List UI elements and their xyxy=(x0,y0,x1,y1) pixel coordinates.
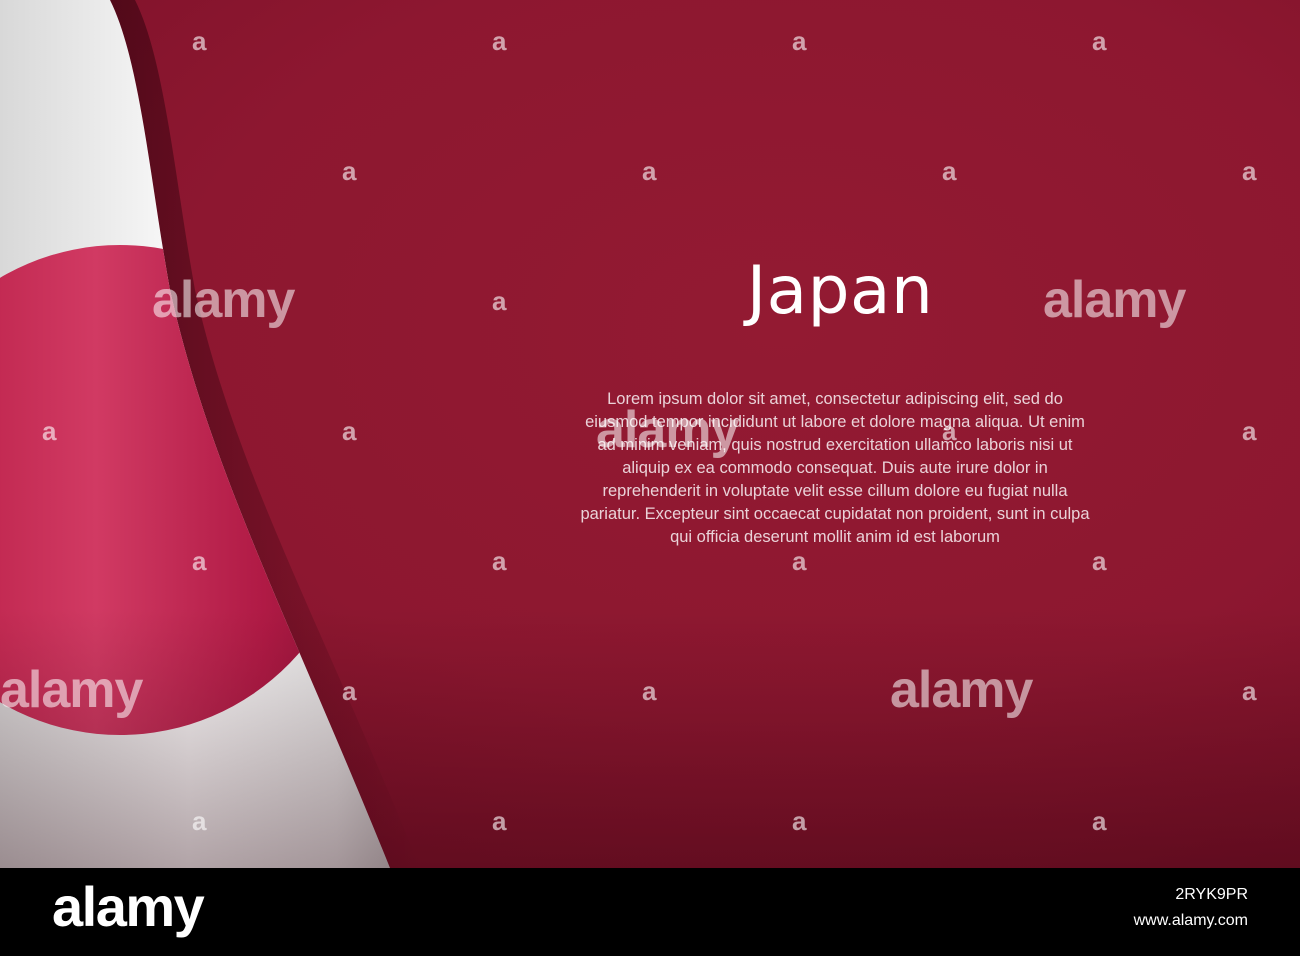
watermark-mark: a xyxy=(942,416,957,446)
watermark-mark: a xyxy=(192,546,207,576)
watermark-mark: a xyxy=(1242,156,1257,186)
watermark-mark: a xyxy=(192,806,207,836)
text-line: aliquip ex ea commodo consequat. Duis au… xyxy=(622,459,1048,477)
text-line: pariatur. Excepteur sint occaecat cupida… xyxy=(580,505,1090,523)
watermark: alamy xyxy=(596,401,739,459)
watermark: alamy xyxy=(890,661,1033,719)
watermark-mark: a xyxy=(792,26,807,56)
watermark-mark: a xyxy=(342,416,357,446)
watermark-mark: a xyxy=(492,286,507,316)
watermark-mark: a xyxy=(192,26,207,56)
flag-banner: Japan Lorem ipsum dolor sit amet, consec… xyxy=(0,0,1300,868)
watermark-mark: a xyxy=(1092,806,1107,836)
watermark-mark: a xyxy=(342,156,357,186)
watermark-mark: a xyxy=(492,26,507,56)
text-line: qui officia deserunt mollit anim id est … xyxy=(670,528,1000,546)
watermark: alamy xyxy=(0,661,143,719)
watermark-mark: a xyxy=(792,546,807,576)
watermark-mark: a xyxy=(342,676,357,706)
country-title: Japan xyxy=(746,252,934,329)
watermark-mark: a xyxy=(1092,546,1107,576)
stock-image: Japan Lorem ipsum dolor sit amet, consec… xyxy=(0,0,1300,956)
watermark-mark: a xyxy=(1242,416,1257,446)
text-line: reprehenderit in voluptate velit esse ci… xyxy=(602,482,1068,500)
watermark-mark: a xyxy=(942,156,957,186)
watermark-mark: a xyxy=(1242,676,1257,706)
watermark-mark: a xyxy=(42,416,57,446)
watermark-mark: a xyxy=(792,806,807,836)
footer-bar: alamy 2RYK9PR www.alamy.com xyxy=(0,868,1300,956)
watermark-mark: a xyxy=(642,156,657,186)
footer-info: 2RYK9PR www.alamy.com xyxy=(1134,882,1248,934)
image-id: 2RYK9PR xyxy=(1175,886,1248,903)
watermark-mark: a xyxy=(642,676,657,706)
watermark-mark: a xyxy=(492,806,507,836)
watermark: alamy xyxy=(152,271,295,329)
watermark: alamy xyxy=(1043,271,1186,329)
watermark-mark: a xyxy=(492,546,507,576)
watermark-mark: a xyxy=(1092,26,1107,56)
alamy-logo: alamy xyxy=(52,875,205,938)
japan-flag-icon xyxy=(0,0,420,868)
site-url: www.alamy.com xyxy=(1133,912,1248,929)
